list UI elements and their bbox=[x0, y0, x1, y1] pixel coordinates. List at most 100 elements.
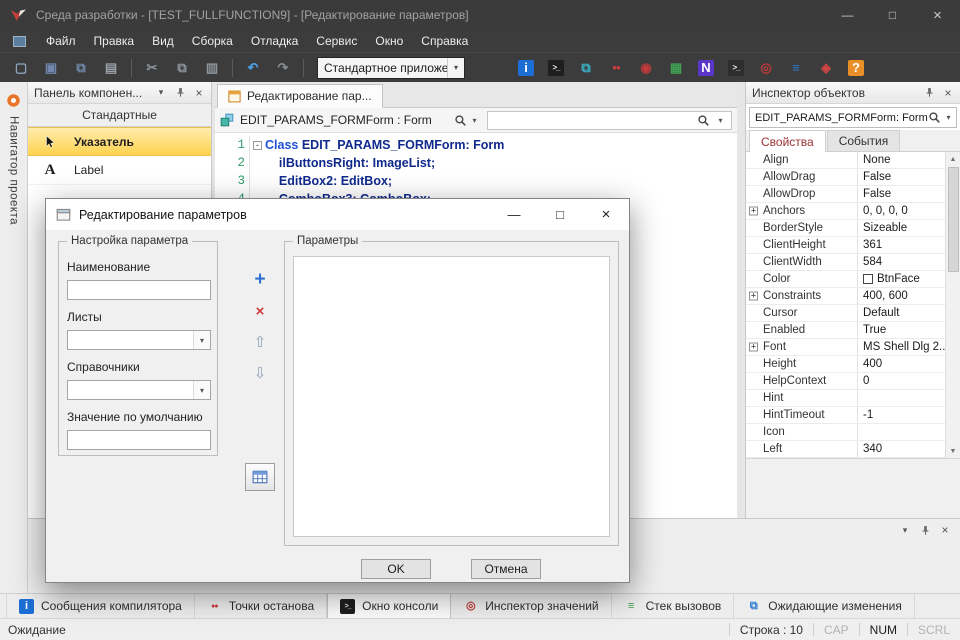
expand-icon[interactable]: + bbox=[749, 343, 758, 352]
property-value[interactable]: 584 bbox=[858, 254, 945, 270]
save-icon[interactable]: ▣ bbox=[40, 57, 62, 79]
property-value[interactable]: None bbox=[858, 152, 945, 168]
minimize-button[interactable]: — bbox=[825, 0, 870, 30]
property-value[interactable]: 361 bbox=[858, 237, 945, 253]
chevron-down-icon[interactable]: ▾ bbox=[193, 331, 210, 349]
property-row-cursor[interactable]: CursorDefault bbox=[746, 305, 945, 322]
property-value[interactable]: BtnFace bbox=[858, 271, 945, 287]
dotnet-icon[interactable]: N bbox=[695, 57, 717, 79]
property-value[interactable] bbox=[858, 390, 945, 406]
add-param-button[interactable]: + bbox=[247, 267, 273, 293]
ok-button[interactable]: OK bbox=[361, 559, 431, 579]
pin-icon[interactable] bbox=[918, 523, 932, 537]
property-row-align[interactable]: AlignNone bbox=[746, 152, 945, 169]
data-grid-icon[interactable]: ▦ bbox=[665, 57, 687, 79]
property-row-clientheight[interactable]: ClientHeight361 bbox=[746, 237, 945, 254]
maximize-button[interactable]: □ bbox=[870, 0, 915, 30]
close-icon[interactable]: × bbox=[938, 523, 952, 537]
palette-item-pointer[interactable]: Указатель bbox=[28, 127, 211, 156]
cancel-button[interactable]: Отмена bbox=[471, 559, 541, 579]
refs-combobox[interactable]: ▾ bbox=[67, 380, 211, 400]
menu-item-window[interactable]: Окно bbox=[366, 31, 412, 51]
search-icon[interactable] bbox=[697, 114, 710, 127]
chevron-down-icon[interactable]: ▾ bbox=[898, 523, 912, 537]
paste-icon[interactable]: ▥ bbox=[201, 57, 223, 79]
expand-icon[interactable]: + bbox=[749, 207, 758, 216]
bottom-tab-pending-changes[interactable]: ⧉Ожидающие изменения bbox=[734, 594, 915, 618]
scrollbar-thumb[interactable] bbox=[948, 167, 959, 272]
search-icon[interactable] bbox=[928, 111, 941, 124]
code-line[interactable]: 1-Class EDIT_PARAMS_FORMForm: Form bbox=[215, 136, 737, 154]
property-value[interactable]: 0 bbox=[858, 373, 945, 389]
scroll-down-icon[interactable]: ▼ bbox=[946, 444, 960, 458]
menu-item-debug[interactable]: Отладка bbox=[242, 31, 307, 51]
copy-icon[interactable]: ⧉ bbox=[171, 57, 193, 79]
close-icon[interactable]: × bbox=[941, 86, 955, 100]
scrollbar[interactable]: ▲ ▼ bbox=[945, 152, 960, 458]
pin-icon[interactable] bbox=[922, 86, 936, 100]
member-navigator-combobox[interactable]: EDIT_PARAMS_FORMForm : Form ▾ bbox=[220, 113, 482, 127]
name-input[interactable] bbox=[67, 280, 211, 300]
code-line[interactable]: 2 ilButtonsRight: ImageList; bbox=[215, 154, 737, 172]
dialog-titlebar[interactable]: Редактирование параметров — □ × bbox=[46, 199, 629, 230]
property-row-helpcontext[interactable]: HelpContext0 bbox=[746, 373, 945, 390]
property-value[interactable]: 400, 600 bbox=[858, 288, 945, 304]
bottom-tab-values-inspector[interactable]: ◎Инспектор значений bbox=[451, 594, 611, 618]
dialog-minimize-button[interactable]: — bbox=[491, 199, 537, 230]
params-list[interactable] bbox=[293, 256, 610, 537]
bottom-tab-call-stack[interactable]: ≡Стек вызовов bbox=[612, 594, 735, 618]
bottom-tab-breakpoints[interactable]: ●●Точки останова bbox=[195, 594, 327, 618]
params-table-button[interactable] bbox=[245, 463, 275, 491]
fold-toggle-icon[interactable]: - bbox=[249, 136, 265, 154]
palette-tab-standard[interactable]: Стандартные bbox=[28, 104, 211, 127]
console-icon[interactable]: >_ bbox=[545, 57, 567, 79]
help-icon[interactable]: ? bbox=[845, 57, 867, 79]
project-navigator-strip[interactable]: Навигатор проекта bbox=[0, 82, 28, 593]
scroll-up-icon[interactable]: ▲ bbox=[946, 152, 960, 166]
property-row-font[interactable]: +FontMS Shell Dlg 2... bbox=[746, 339, 945, 356]
property-row-height[interactable]: Height400 bbox=[746, 356, 945, 373]
tab-properties[interactable]: Свойства bbox=[749, 130, 826, 152]
expand-icon[interactable]: + bbox=[749, 292, 758, 301]
property-value[interactable]: 0, 0, 0, 0 bbox=[858, 203, 945, 219]
property-value[interactable]: 400 bbox=[858, 356, 945, 372]
search-icon[interactable] bbox=[454, 114, 467, 127]
dialog-close-button[interactable]: × bbox=[583, 199, 629, 230]
breakpoints-icon[interactable]: ●● bbox=[605, 57, 627, 79]
editor-search-input[interactable]: ▾ bbox=[487, 111, 732, 130]
call-stack-icon[interactable]: ≡ bbox=[785, 57, 807, 79]
redo-icon[interactable]: ↷ bbox=[272, 57, 294, 79]
save-all-icon[interactable]: ⧉ bbox=[70, 57, 92, 79]
property-value[interactable]: -1 bbox=[858, 407, 945, 423]
sheets-combobox[interactable]: ▾ bbox=[67, 330, 211, 350]
property-row-allowdrop[interactable]: AllowDropFalse bbox=[746, 186, 945, 203]
print-icon[interactable]: ▤ bbox=[100, 57, 122, 79]
pin-icon[interactable] bbox=[173, 86, 187, 100]
menu-item-build[interactable]: Сборка bbox=[183, 31, 242, 51]
watch-icon[interactable]: ◎ bbox=[755, 57, 777, 79]
property-row-color[interactable]: ColorBtnFace bbox=[746, 271, 945, 288]
menu-item-help[interactable]: Справка bbox=[412, 31, 477, 51]
property-value[interactable]: False bbox=[858, 169, 945, 185]
bottom-tab-compiler-messages[interactable]: iСообщения компилятора bbox=[6, 594, 195, 618]
property-row-anchors[interactable]: +Anchors0, 0, 0, 0 bbox=[746, 203, 945, 220]
close-button[interactable]: × bbox=[915, 0, 960, 30]
pending-changes-icon[interactable]: ◈ bbox=[815, 57, 837, 79]
move-up-button[interactable]: ⇧ bbox=[247, 329, 273, 355]
menu-item-edit[interactable]: Правка bbox=[85, 31, 144, 51]
property-value[interactable]: Sizeable bbox=[858, 220, 945, 236]
cut-icon[interactable]: ✂ bbox=[141, 57, 163, 79]
terminal-icon[interactable]: >_ bbox=[725, 57, 747, 79]
menu-item-file[interactable]: Файл bbox=[37, 31, 85, 51]
property-value[interactable] bbox=[858, 424, 945, 440]
property-row-hint[interactable]: Hint bbox=[746, 390, 945, 407]
menu-item-view[interactable]: Вид bbox=[143, 31, 183, 51]
chevron-down-icon[interactable]: ▾ bbox=[467, 116, 482, 125]
inspector-object-combobox[interactable]: EDIT_PARAMS_FORMForm: Form ▾ bbox=[749, 107, 957, 128]
chevron-down-icon[interactable]: ▾ bbox=[941, 113, 956, 122]
property-row-enabled[interactable]: EnabledTrue bbox=[746, 322, 945, 339]
bottom-tab-console[interactable]: >_Окно консоли bbox=[327, 594, 451, 618]
compiler-messages-icon[interactable]: i bbox=[515, 57, 537, 79]
chevron-down-icon[interactable]: ▾ bbox=[154, 86, 168, 100]
remove-param-button[interactable]: × bbox=[247, 298, 273, 324]
